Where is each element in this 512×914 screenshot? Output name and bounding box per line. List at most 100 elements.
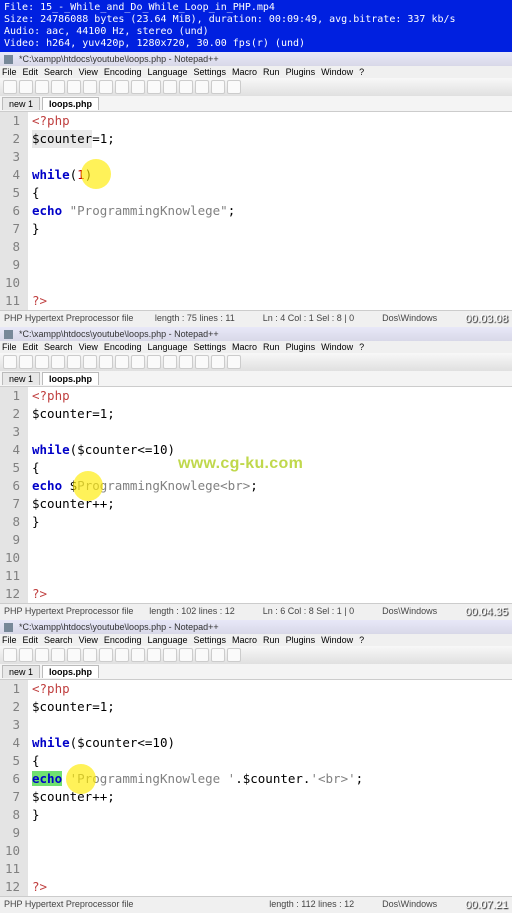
toolbar-button[interactable] (163, 648, 177, 662)
toolbar-button[interactable] (147, 355, 161, 369)
toolbar-button[interactable] (51, 355, 65, 369)
toolbar-button[interactable] (211, 80, 225, 94)
toolbar-button[interactable] (19, 355, 33, 369)
toolbar-button[interactable] (19, 648, 33, 662)
menu-file[interactable]: File (2, 342, 17, 352)
toolbar-button[interactable] (131, 80, 145, 94)
toolbar-button[interactable] (131, 355, 145, 369)
toolbar-button[interactable] (179, 355, 193, 369)
toolbar-button[interactable] (99, 80, 113, 94)
menu-encoding[interactable]: Encoding (104, 342, 142, 352)
toolbar-button[interactable] (227, 355, 241, 369)
toolbar-button[interactable] (51, 648, 65, 662)
menu-bar[interactable]: FileEditSearchViewEncodingLanguageSettin… (0, 341, 512, 353)
window-titlebar[interactable]: *C:\xampp\htdocs\youtube\loops.php - Not… (0, 327, 512, 341)
toolbar-button[interactable] (163, 355, 177, 369)
tab-bar[interactable]: new 1 loops.php (0, 664, 512, 680)
tab-new1[interactable]: new 1 (2, 665, 40, 678)
toolbar[interactable] (0, 646, 512, 664)
toolbar-button[interactable] (83, 355, 97, 369)
toolbar-button[interactable] (211, 648, 225, 662)
window-titlebar[interactable]: *C:\xampp\htdocs\youtube\loops.php - Not… (0, 620, 512, 634)
menu-window[interactable]: Window (321, 342, 353, 352)
tab-bar[interactable]: new 1 loops.php (0, 371, 512, 387)
toolbar-button[interactable] (147, 648, 161, 662)
toolbar-button[interactable] (115, 355, 129, 369)
code-content[interactable]: <?php $counter=1; while(1) { echo "Progr… (28, 112, 512, 310)
menu-encoding[interactable]: Encoding (104, 67, 142, 77)
toolbar-button[interactable] (67, 355, 81, 369)
menu-edit[interactable]: Edit (23, 635, 39, 645)
toolbar-button[interactable] (99, 355, 113, 369)
menu-plugins[interactable]: Plugins (286, 635, 316, 645)
menu-window[interactable]: Window (321, 67, 353, 77)
toolbar-button[interactable] (35, 648, 49, 662)
menu-file[interactable]: File (2, 635, 17, 645)
code-editor[interactable]: 123456789101112 <?php $counter=1; while(… (0, 680, 512, 896)
toolbar-button[interactable] (19, 80, 33, 94)
toolbar-button[interactable] (83, 648, 97, 662)
toolbar-button[interactable] (227, 648, 241, 662)
tab-loops[interactable]: loops.php (42, 372, 99, 385)
tab-loops[interactable]: loops.php (42, 665, 99, 678)
menu-run[interactable]: Run (263, 635, 280, 645)
window-titlebar[interactable]: *C:\xampp\htdocs\youtube\loops.php - Not… (0, 52, 512, 66)
toolbar-button[interactable] (99, 648, 113, 662)
menu-search[interactable]: Search (44, 635, 73, 645)
toolbar-button[interactable] (163, 80, 177, 94)
code-content[interactable]: www.cg-ku.com<?php $counter=1; while($co… (28, 387, 512, 603)
tab-bar[interactable]: new 1 loops.php (0, 96, 512, 112)
menu-search[interactable]: Search (44, 67, 73, 77)
toolbar-button[interactable] (147, 80, 161, 94)
menu-macro[interactable]: Macro (232, 67, 257, 77)
toolbar-button[interactable] (3, 648, 17, 662)
menu-file[interactable]: File (2, 67, 17, 77)
toolbar[interactable] (0, 353, 512, 371)
menu-plugins[interactable]: Plugins (286, 67, 316, 77)
toolbar-button[interactable] (3, 80, 17, 94)
menu-help[interactable]: ? (359, 342, 364, 352)
menu-help[interactable]: ? (359, 635, 364, 645)
toolbar-button[interactable] (35, 355, 49, 369)
menu-help[interactable]: ? (359, 67, 364, 77)
tab-new1[interactable]: new 1 (2, 97, 40, 110)
toolbar-button[interactable] (83, 80, 97, 94)
menu-macro[interactable]: Macro (232, 635, 257, 645)
toolbar-button[interactable] (211, 355, 225, 369)
toolbar-button[interactable] (115, 80, 129, 94)
tab-new1[interactable]: new 1 (2, 372, 40, 385)
toolbar-button[interactable] (195, 648, 209, 662)
toolbar-button[interactable] (35, 80, 49, 94)
menu-plugins[interactable]: Plugins (286, 342, 316, 352)
tab-loops[interactable]: loops.php (42, 97, 99, 110)
toolbar-button[interactable] (115, 648, 129, 662)
code-editor[interactable]: 123456789101112 www.cg-ku.com<?php $coun… (0, 387, 512, 603)
menu-view[interactable]: View (79, 342, 98, 352)
menu-bar[interactable]: FileEditSearchViewEncodingLanguageSettin… (0, 634, 512, 646)
menu-run[interactable]: Run (263, 67, 280, 77)
menu-view[interactable]: View (79, 635, 98, 645)
menu-language[interactable]: Language (147, 67, 187, 77)
toolbar[interactable] (0, 78, 512, 96)
toolbar-button[interactable] (131, 648, 145, 662)
code-content[interactable]: <?php $counter=1; while($counter<=10) { … (28, 680, 512, 896)
toolbar-button[interactable] (195, 355, 209, 369)
menu-window[interactable]: Window (321, 635, 353, 645)
menu-encoding[interactable]: Encoding (104, 635, 142, 645)
menu-edit[interactable]: Edit (23, 67, 39, 77)
menu-bar[interactable]: File Edit Search View Encoding Language Settin… (0, 66, 512, 78)
toolbar-button[interactable] (67, 80, 81, 94)
toolbar-button[interactable] (179, 80, 193, 94)
menu-run[interactable]: Run (263, 342, 280, 352)
toolbar-button[interactable] (195, 80, 209, 94)
toolbar-button[interactable] (3, 355, 17, 369)
toolbar-button[interactable] (51, 80, 65, 94)
toolbar-button[interactable] (67, 648, 81, 662)
menu-view[interactable]: View (79, 67, 98, 77)
menu-settings[interactable]: Settings (194, 635, 227, 645)
toolbar-button[interactable] (227, 80, 241, 94)
menu-settings[interactable]: Settings (194, 67, 227, 77)
menu-macro[interactable]: Macro (232, 342, 257, 352)
menu-language[interactable]: Language (147, 342, 187, 352)
menu-edit[interactable]: Edit (23, 342, 39, 352)
